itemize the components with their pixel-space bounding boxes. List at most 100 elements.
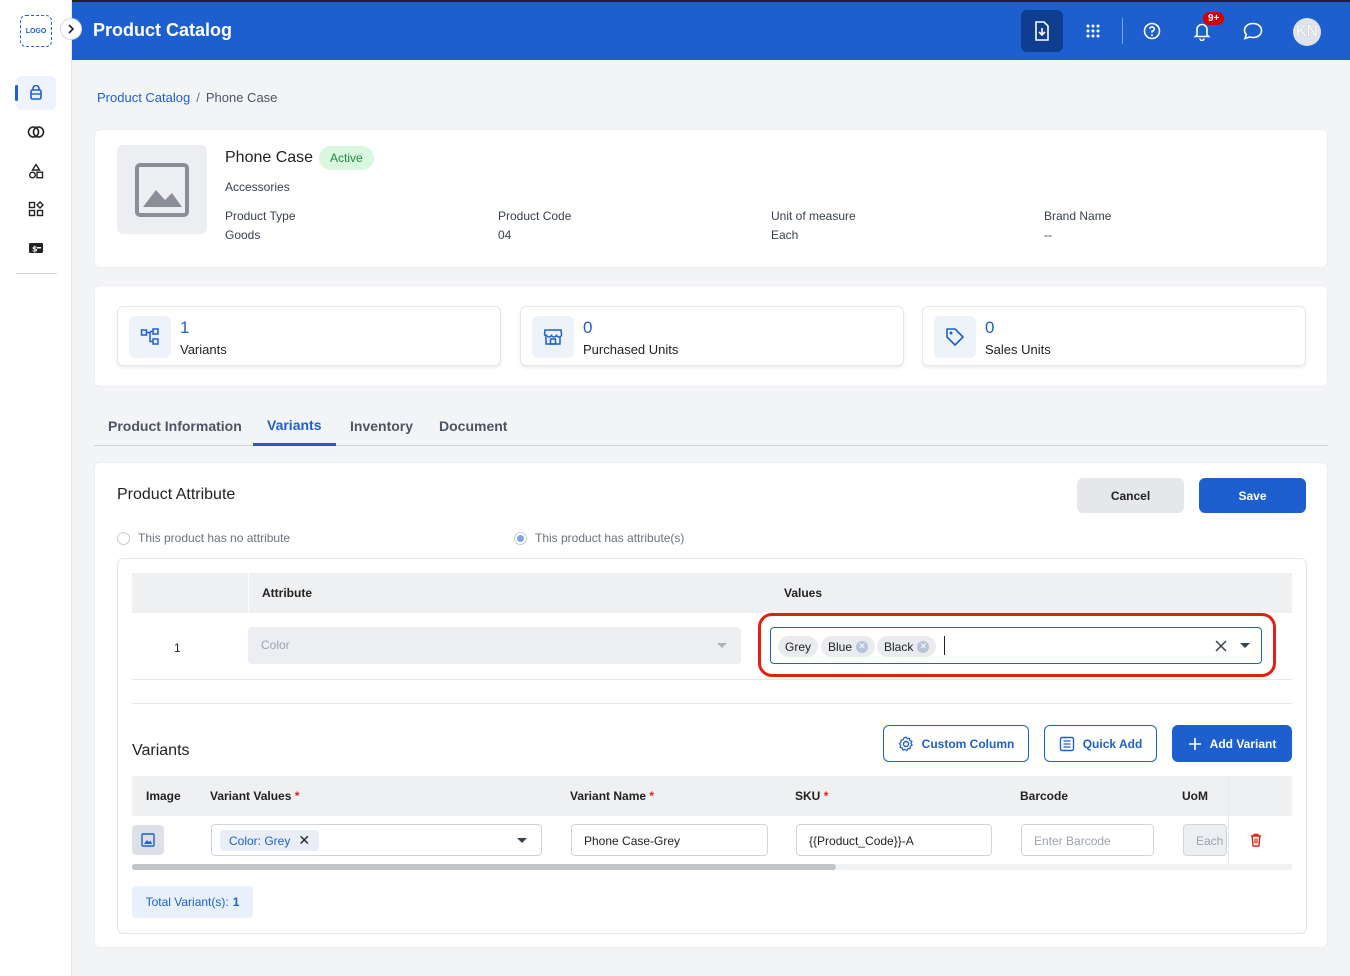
- active-tab-indicator: [253, 443, 336, 446]
- brand-name-label: Brand Name: [1044, 209, 1112, 223]
- chevron-down-icon: [717, 643, 727, 648]
- attribute-table-header: Attribute Values: [132, 573, 1292, 613]
- breadcrumb: Product Catalog / Phone Case: [97, 90, 277, 105]
- col-sku-label: SKU: [795, 789, 821, 803]
- expand-sidebar-button[interactable]: [60, 18, 82, 40]
- variant-name-input[interactable]: Phone Case-Grey: [571, 824, 768, 856]
- remove-chip-icon[interactable]: ✕: [298, 832, 310, 849]
- sku-input[interactable]: {{Product_Code}}-A: [796, 824, 992, 856]
- clear-icon[interactable]: [1215, 640, 1227, 652]
- apps-button[interactable]: [1072, 10, 1114, 52]
- unit-of-measure-label: Unit of measure: [771, 209, 856, 223]
- stat-purchased-value: 0: [583, 318, 593, 337]
- sidebar-item-rings[interactable]: [16, 115, 56, 149]
- value-chip-label: Black: [884, 639, 914, 654]
- user-avatar[interactable]: KN: [1293, 18, 1321, 46]
- product-catalog-icon: [30, 85, 42, 100]
- custom-column-label: Custom Column: [921, 736, 1015, 751]
- attribute-row-number: 1: [174, 641, 181, 655]
- product-type-value: Goods: [225, 228, 261, 242]
- product-name: Phone Case: [225, 149, 314, 166]
- barcode-input[interactable]: Enter Barcode: [1021, 824, 1154, 856]
- product-type-label: Product Type: [225, 209, 296, 223]
- variant-values-select[interactable]: Color: Grey ✕: [211, 824, 542, 856]
- widgets-icon: [28, 201, 44, 217]
- chevron-down-icon[interactable]: [1240, 643, 1250, 649]
- row-divider: [132, 679, 1292, 680]
- remove-chip-icon[interactable]: ✕: [856, 640, 869, 653]
- add-variant-button[interactable]: Add Variant: [1172, 725, 1292, 762]
- download-document-icon: [1035, 21, 1049, 41]
- notifications-button[interactable]: 9+: [1181, 10, 1225, 52]
- attribute-select-value: Color: [261, 638, 290, 652]
- horizontal-scrollbar[interactable]: [132, 864, 1292, 870]
- stat-sales-label: Sales Units: [985, 342, 1051, 357]
- variant-value-chip-label: Color: Grey: [229, 833, 291, 848]
- sidebar-item-shapes[interactable]: [16, 154, 56, 188]
- chevron-right-icon: [68, 24, 75, 34]
- tab-inventory[interactable]: Inventory: [350, 418, 413, 434]
- stat-variants-icon-box: [129, 316, 171, 358]
- stat-variants-value: 1: [180, 318, 190, 337]
- chat-button[interactable]: [1232, 10, 1274, 52]
- quick-add-label: Quick Add: [1082, 736, 1143, 751]
- tab-variants[interactable]: Variants: [267, 417, 321, 433]
- tab-product-information[interactable]: Product Information: [108, 418, 242, 434]
- variant-image-button[interactable]: [132, 825, 164, 855]
- download-button[interactable]: [1021, 10, 1063, 52]
- sidebar-item-product-catalog[interactable]: [15, 76, 56, 110]
- value-chip-black: Black ✕: [877, 636, 937, 657]
- sidebar-divider: [16, 273, 57, 274]
- remove-chip-icon[interactable]: ✕: [917, 640, 930, 653]
- col-values: Values: [784, 586, 823, 600]
- product-category: Accessories: [225, 180, 290, 194]
- product-code-value: 04: [498, 228, 512, 242]
- radio-no-attribute-circle[interactable]: [117, 531, 130, 545]
- chevron-down-icon: [517, 838, 527, 843]
- total-variants-value: 1: [232, 895, 240, 909]
- store-icon: [543, 329, 563, 345]
- delete-icon[interactable]: [1250, 833, 1262, 847]
- total-variants-badge: Total Variant(s): 1: [132, 886, 253, 918]
- section-divider: [132, 703, 1292, 704]
- rings-icon: [27, 126, 45, 138]
- cancel-button[interactable]: Cancel: [1077, 478, 1184, 513]
- gear-icon: [898, 735, 913, 751]
- image-icon: [135, 162, 189, 217]
- required-mark: *: [823, 789, 829, 803]
- col-variant-name: Variant Name *: [570, 789, 654, 803]
- col-variant-name-label: Variant Name: [570, 789, 647, 803]
- col-uom: UoM: [1182, 789, 1208, 803]
- stat-purchased-units: 0 Purchased Units: [520, 306, 904, 366]
- notification-badge: 9+: [1203, 12, 1225, 25]
- sidebar-item-widgets[interactable]: [16, 192, 56, 226]
- col-image: Image: [146, 789, 181, 803]
- stat-variants-label: Variants: [180, 342, 227, 357]
- radio-has-attribute-label: This product has attribute(s): [535, 531, 685, 545]
- scrollbar-thumb[interactable]: [132, 864, 836, 870]
- shapes-icon: [29, 163, 44, 179]
- sidebar-item-pricing[interactable]: $: [16, 231, 56, 265]
- help-icon: [1143, 22, 1161, 40]
- header-divider: [248, 573, 249, 613]
- uom-input: Each: [1183, 824, 1227, 856]
- attribute-values-input[interactable]: Grey Blue ✕ Black ✕: [770, 627, 1262, 664]
- save-button[interactable]: Save: [1199, 478, 1306, 513]
- col-barcode: Barcode: [1020, 789, 1069, 803]
- attribute-select[interactable]: Color: [248, 627, 741, 664]
- radio-has-attribute[interactable]: This product has attribute(s): [514, 531, 684, 545]
- price-tag-dollar-icon: $: [29, 243, 43, 254]
- quick-add-button[interactable]: Quick Add: [1044, 725, 1157, 762]
- radio-no-attribute[interactable]: This product has no attribute: [117, 531, 290, 545]
- help-button[interactable]: [1131, 10, 1173, 52]
- tab-document[interactable]: Document: [439, 418, 507, 434]
- required-mark: *: [294, 789, 300, 803]
- custom-column-button[interactable]: Custom Column: [883, 725, 1029, 762]
- avatar-initials: KN: [1295, 23, 1319, 40]
- radio-has-attribute-circle[interactable]: [514, 531, 527, 545]
- breadcrumb-link-product-catalog[interactable]: Product Catalog: [97, 90, 190, 105]
- page-title: Product Catalog: [93, 20, 233, 40]
- logo: LOGO: [20, 15, 52, 47]
- stats-card: 1 Variants 0 Purchased Units 0 Sales Uni…: [94, 285, 1328, 387]
- stat-sales-icon-box: [934, 316, 976, 358]
